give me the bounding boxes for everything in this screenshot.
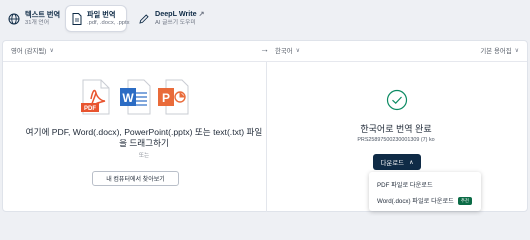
menu-item-download-word[interactable]: Word(.docx) 파일로 다운로드 추천	[377, 196, 472, 205]
or-text: 또는	[138, 153, 150, 159]
check-circle-icon	[386, 89, 408, 111]
tab-subtitle: .pdf, .docx, .pptx	[87, 19, 130, 26]
download-menu: PDF 파일로 다운로드 Word(.docx) 파일로 다운로드 추천	[369, 172, 481, 211]
menu-item-download-pdf[interactable]: PDF 파일로 다운로드	[377, 180, 433, 189]
chevron-down-icon: ∨	[295, 48, 301, 54]
language-bar: 영어 (감지됨) ∨ → 한국어 ∨ 기본 용어집 ∨	[3, 41, 527, 62]
ppt-label: P	[162, 91, 170, 105]
source-language-label: 영어 (감지됨)	[11, 48, 47, 55]
chevron-up-icon: ∧	[409, 159, 414, 166]
powerpoint-file-icon: P	[158, 79, 189, 115]
glossary-label: 기본 용어집	[480, 48, 512, 55]
swap-arrow-icon[interactable]: →	[260, 44, 269, 54]
top-tab-bar: 텍스트 번역 31개 언어 파일 번역 .pdf, .docx, .pptx D…	[0, 0, 530, 39]
menu-item-label: Word(.docx) 파일로 다운로드	[377, 198, 454, 205]
target-language-label: 한국어	[275, 48, 293, 55]
panel-divider	[266, 62, 267, 212]
glossary-select[interactable]: 기본 용어집 ∨	[480, 46, 519, 55]
tab-deepl-write[interactable]: DeepL Write ↗ AI 글쓰기 도우미	[132, 5, 205, 32]
menu-item-label: PDF 파일로 다운로드	[377, 182, 433, 189]
pdf-label: PDF	[84, 106, 96, 112]
chevron-down-icon: ∨	[514, 48, 519, 54]
tab-title: 파일 번역	[87, 9, 116, 19]
file-type-icons: PDF W P	[81, 79, 191, 115]
translated-file-info: PRS25897500230001309 (7) ko	[357, 137, 435, 143]
pen-icon	[138, 12, 150, 26]
chevron-down-icon: ∨	[49, 48, 54, 54]
download-button[interactable]: 다운로드 ∧	[373, 154, 421, 170]
globe-icon	[8, 12, 20, 26]
drop-zone-text: 여기에 PDF, Word(.docx), PowerPoint(.pptx) …	[25, 127, 263, 148]
tab-subtitle: AI 글쓰기 도우미	[155, 20, 196, 26]
source-language-select[interactable]: 영어 (감지됨) ∨	[11, 46, 54, 55]
word-file-icon: W	[120, 79, 151, 115]
tab-subtitle: 31개 언어	[25, 19, 50, 26]
word-label: W	[122, 91, 134, 105]
browse-computer-button[interactable]: 내 컴퓨터에서 찾아보기	[92, 171, 179, 186]
tab-text-translation[interactable]: 텍스트 번역 31개 언어	[2, 5, 60, 32]
download-button-label: 다운로드	[380, 159, 405, 167]
tab-file-translation[interactable]: 파일 번역 .pdf, .docx, .pptx	[65, 5, 130, 32]
translation-complete-title: 한국어로 번역 완료	[360, 124, 432, 134]
tab-title: DeepL Write	[155, 9, 197, 18]
pdf-file-icon: PDF	[81, 79, 110, 115]
external-link-icon: ↗	[198, 11, 205, 18]
recommended-badge: 추천	[457, 196, 472, 205]
target-language-select[interactable]: 한국어 ∨	[275, 46, 300, 55]
file-icon	[72, 12, 82, 26]
tab-title: 텍스트 번역	[25, 9, 61, 19]
translation-panel: 영어 (감지됨) ∨ → 한국어 ∨ 기본 용어집 ∨ PDF W P 여기에 …	[2, 40, 528, 212]
